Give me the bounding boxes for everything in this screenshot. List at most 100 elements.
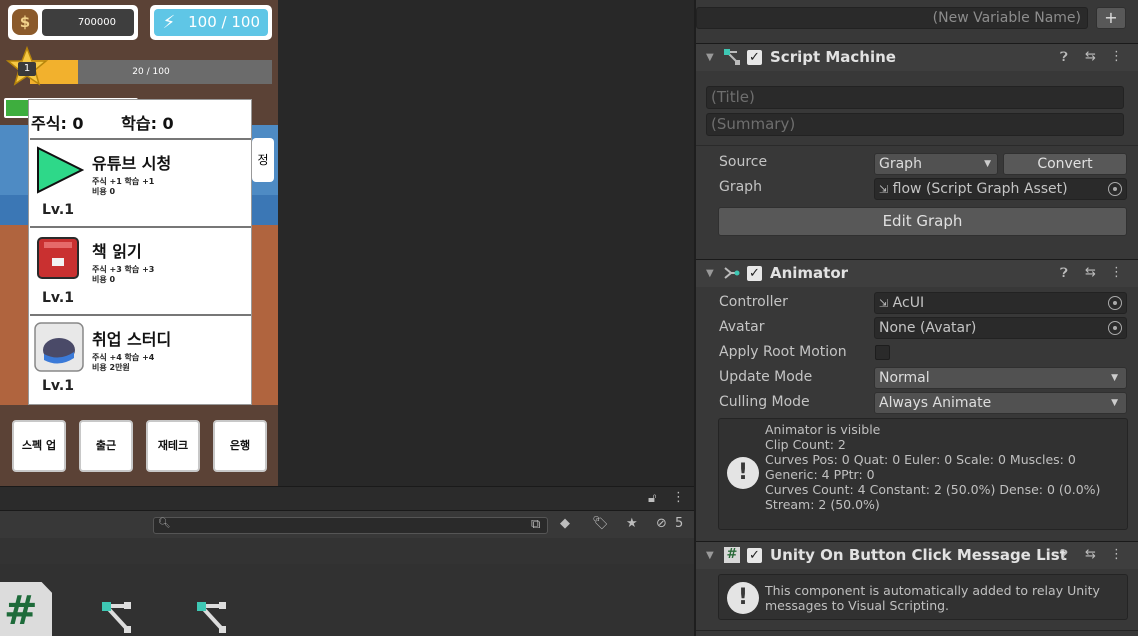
bank-button[interactable]: 은행 (213, 420, 267, 472)
chevron-down-icon: ▼ (1111, 373, 1118, 383)
source-value: Graph (879, 156, 922, 172)
kebab-menu-icon[interactable]: ⋮ (1110, 265, 1123, 280)
spec-up-button[interactable]: 스펙 업 (12, 420, 66, 472)
foldout-arrow-icon[interactable]: ▼ (706, 52, 714, 63)
card-cost: 비용 2만원 (92, 363, 130, 372)
money-bag-icon: $ (12, 9, 38, 35)
graph-title-input[interactable]: (Title) (706, 86, 1124, 109)
filter-by-label-icon[interactable]: 🏷︎ (592, 516, 609, 531)
card-cost: 비용 0 (92, 275, 116, 284)
graph-value: flow (Script Graph Asset) (892, 181, 1068, 197)
script-graph-asset-icon[interactable] (100, 600, 134, 634)
source-dropdown[interactable]: Graph ▼ (874, 153, 998, 175)
activity-panel: 주식: 0 학습: 0 유튜브 시청 주식 +1 학습 +1 비용 0 Lv.1… (28, 99, 252, 405)
graph-summary-input[interactable]: (Summary) (706, 113, 1124, 136)
culling-mode-value: Always Animate (879, 395, 992, 411)
object-picker-icon[interactable] (1108, 321, 1122, 335)
side-button[interactable]: 정 (252, 138, 274, 182)
component-title: Unity On Button Click Message List (770, 546, 1067, 564)
new-variable-name-input[interactable]: (New Variable Name) (696, 7, 1088, 29)
finance-button[interactable]: 재테크 (146, 420, 200, 472)
controller-object-field[interactable]: ⇲ AcUI (874, 292, 1127, 314)
convert-button[interactable]: Convert (1003, 153, 1127, 175)
presets-icon[interactable]: ⇆ (1085, 547, 1096, 562)
search-by-type-icon[interactable]: ⧉ (531, 517, 540, 532)
presets-icon[interactable]: ⇆ (1085, 49, 1096, 64)
add-variable-button[interactable]: + (1096, 7, 1126, 29)
foldout-arrow-icon[interactable]: ▼ (706, 550, 714, 561)
card-title: 책 읽기 (92, 242, 142, 261)
filter-by-type-icon[interactable]: ◆ (560, 516, 570, 531)
play-icon (37, 146, 84, 194)
script-hash-icon: # (724, 547, 740, 563)
object-picker-icon[interactable] (1108, 182, 1122, 196)
controller-label: Controller (719, 294, 788, 310)
animator-header[interactable]: ▼ ✓ Animator ❓︎ ⇆ ⋮ (696, 259, 1138, 287)
stats-row: 주식: 0 학습: 0 (31, 110, 249, 134)
work-button[interactable]: 출근 (79, 420, 133, 472)
animator-controller-icon: ⇲ (879, 297, 889, 310)
culling-mode-dropdown[interactable]: Always Animate ▼ (874, 392, 1127, 414)
project-search-input[interactable]: 🔍︎ (153, 517, 548, 534)
study-icon (34, 322, 84, 372)
update-mode-value: Normal (879, 370, 930, 386)
project-tab-strip: 🔓︎ ⋮ (0, 486, 694, 511)
chevron-down-icon: ▼ (1111, 398, 1118, 408)
info-exclamation-icon: ! (727, 582, 759, 614)
object-picker-icon[interactable] (1108, 296, 1122, 310)
kebab-menu-icon[interactable]: ⋮ (672, 490, 685, 505)
graph-asset-icon: ⇲ (879, 183, 889, 196)
help-icon[interactable]: ❓︎ (1060, 266, 1068, 281)
info-line: Stream: 2 (50.0%) (765, 497, 880, 512)
script-graph-asset-icon[interactable] (195, 600, 229, 634)
coin-value: 700000 (42, 9, 134, 36)
edit-graph-button[interactable]: Edit Graph (718, 207, 1127, 236)
info-line: Curves Count: 4 Constant: 2 (50.0%) Dens… (765, 482, 1101, 497)
script-machine-header[interactable]: ▼ ✓ Script Machine ❓︎ ⇆ ⋮ (696, 43, 1138, 71)
scene-area (278, 0, 694, 486)
presets-icon[interactable]: ⇆ (1085, 265, 1096, 280)
avatar-object-field[interactable]: None (Avatar) (874, 317, 1127, 339)
animator-enabled-checkbox[interactable]: ✓ (747, 266, 762, 281)
script-machine-enabled-checkbox[interactable]: ✓ (747, 50, 762, 65)
message-list-enabled-checkbox[interactable]: ✓ (747, 548, 762, 563)
card-level: Lv.1 (42, 202, 74, 218)
help-icon[interactable]: ❓︎ (1060, 548, 1068, 563)
kebab-menu-icon[interactable]: ⋮ (1110, 49, 1123, 64)
message-list-info-text: This component is automatically added to… (765, 583, 1100, 613)
info-line: Curves Pos: 0 Quat: 0 Euler: 0 Scale: 0 … (765, 452, 1076, 467)
lock-icon[interactable]: 🔓︎ (648, 491, 656, 506)
divider (696, 145, 1138, 146)
stock-stat: 주식: 0 (31, 114, 84, 133)
apply-root-motion-checkbox[interactable] (875, 345, 890, 360)
xp-text: 20 / 100 (132, 67, 170, 77)
avatar-label: Avatar (719, 319, 765, 335)
csharp-script-asset[interactable]: # (0, 582, 52, 636)
info-line: Clip Count: 2 (765, 437, 846, 452)
update-mode-dropdown[interactable]: Normal ▼ (874, 367, 1127, 389)
info-exclamation-icon: ! (727, 457, 759, 489)
kebab-menu-icon[interactable]: ⋮ (1110, 547, 1123, 562)
source-label: Source (719, 154, 768, 170)
graph-object-field[interactable]: ⇲ flow (Script Graph Asset) (874, 178, 1127, 200)
info-line: Generic: 4 PPtr: 0 (765, 467, 875, 482)
favorites-star-icon[interactable]: ★ (626, 516, 638, 531)
hash-icon: # (4, 588, 38, 634)
activity-card[interactable]: 유튜브 시청 주식 +1 학습 +1 비용 0 Lv.1 (30, 138, 251, 224)
foldout-arrow-icon[interactable]: ▼ (706, 268, 714, 279)
study-stat: 학습: 0 (121, 114, 174, 133)
info-line: This component is automatically added to… (765, 583, 1100, 598)
info-line: messages to Visual Scripting. (765, 598, 950, 613)
hidden-packages-icon[interactable]: ⊘ (656, 516, 667, 531)
level-number: 1 (23, 63, 31, 74)
message-list-header[interactable]: ▼ # ✓ Unity On Button Click Message List… (696, 541, 1138, 569)
update-mode-label: Update Mode (719, 369, 813, 385)
activity-card[interactable]: 취업 스터디 주식 +4 학습 +4 비용 2만원 Lv.1 (30, 314, 251, 400)
graph-label: Graph (719, 179, 762, 195)
help-icon[interactable]: ❓︎ (1060, 50, 1068, 65)
message-list-info-box: ! This component is automatically added … (718, 574, 1128, 620)
search-icon: 🔍︎ (158, 518, 171, 529)
card-cost: 비용 0 (92, 187, 116, 196)
game-view: $ 700000 100 / 100 ⚡ 20 / 100 1 정 주식: 0 … (0, 0, 278, 486)
activity-card[interactable]: 책 읽기 주식 +3 학습 +3 비용 0 Lv.1 (30, 226, 251, 312)
